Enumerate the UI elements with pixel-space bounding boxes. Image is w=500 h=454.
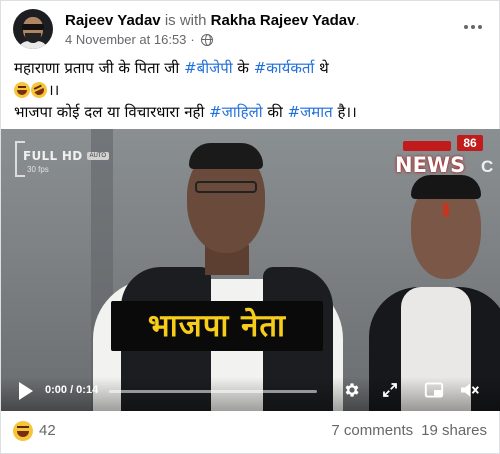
full-hd-watermark: FULL HD AUTO 30 fps <box>23 149 110 174</box>
gear-icon[interactable] <box>343 381 361 399</box>
text-segment: के <box>232 59 254 77</box>
expand-icon[interactable] <box>381 381 399 399</box>
news-logo-number: 86 <box>457 135 483 151</box>
volume-muted-icon[interactable] <box>459 381 481 399</box>
video-time: 0:00 / 0:14 <box>45 384 99 396</box>
fps-label: 30 fps <box>27 165 49 174</box>
news-channel-logo: 86 NEWS C <box>395 135 494 181</box>
post-body-text: महाराणा प्रताप जी के पिता जी #बीजेपी के … <box>14 57 487 123</box>
post-text-line-3: भाजपा कोई दल या विचारधारा नही #जाहिलो की… <box>14 101 487 123</box>
author-name-link[interactable]: Rajeev Yadav <box>65 12 161 29</box>
tagged-user-link[interactable]: Rakha Rajeev Yadav <box>211 12 356 29</box>
post-header: Rajeev Yadav is with Rakha Rajeev Yadav.… <box>13 7 487 55</box>
play-icon[interactable] <box>19 382 33 400</box>
hashtag-link[interactable]: #कार्यकर्ता <box>254 59 315 77</box>
video-player[interactable]: FULL HD AUTO 30 fps 86 NEWS C भाजपा नेता… <box>1 129 500 411</box>
text-segment: महाराणा प्रताप जी के पिता जी <box>14 59 185 77</box>
hashtag-link[interactable]: #जमात <box>288 103 333 121</box>
dot-icon <box>464 25 468 29</box>
video-progress-bar[interactable] <box>109 390 317 393</box>
reaction-count[interactable]: 42 <box>39 422 56 439</box>
laughing-emoji-icon[interactable] <box>13 421 33 441</box>
video-person-center-hair <box>189 143 263 169</box>
video-caption-banner: भाजपा नेता <box>111 301 323 351</box>
dot-icon <box>471 25 475 29</box>
facebook-post: Rajeev Yadav is with Rakha Rajeev Yadav.… <box>0 0 500 454</box>
video-person-right-tilak <box>443 203 449 217</box>
laughing-emoji-icon <box>14 82 30 98</box>
hashtag-link[interactable]: #जाहिलो <box>209 103 263 121</box>
post-text-line-2: ।। <box>14 79 487 101</box>
rolling-laughing-emoji-icon <box>28 79 50 101</box>
globe-icon[interactable] <box>200 33 213 46</box>
more-options-button[interactable] <box>459 13 487 41</box>
hashtag-link[interactable]: #बीजेपी <box>184 59 233 77</box>
text-segment: ।। <box>48 81 60 99</box>
quality-badge: AUTO <box>86 152 110 160</box>
post-footer: 42 7 comments 19 shares <box>13 421 487 447</box>
tagged-suffix: . <box>355 12 360 29</box>
post-author-line: Rajeev Yadav is with Rakha Rajeev Yadav. <box>65 12 360 30</box>
picture-in-picture-icon[interactable] <box>424 381 444 399</box>
text-segment: भाजपा कोई दल या विचारधारा नही <box>14 103 210 121</box>
post-text-line-1: महाराणा प्रताप जी के पिता जी #बीजेपी के … <box>14 57 487 79</box>
news-logo-letter: C <box>481 157 494 176</box>
news-logo-word: NEWS <box>395 153 466 177</box>
video-controls-bar: 0:00 / 0:14 <box>1 377 500 411</box>
text-segment: है।। <box>332 103 357 121</box>
author-avatar[interactable] <box>13 9 53 49</box>
dot-icon <box>478 25 482 29</box>
shares-count-link[interactable]: 19 shares <box>421 422 487 439</box>
text-segment: की <box>262 103 288 121</box>
news-logo-top-bar <box>403 141 451 151</box>
video-person-center-glasses <box>195 181 257 193</box>
with-text: is with <box>164 12 207 29</box>
comments-count-link[interactable]: 7 comments <box>331 422 413 439</box>
post-meta: 4 November at 16:53 · <box>65 32 213 47</box>
meta-separator: · <box>190 32 195 47</box>
quality-label: FULL HD <box>23 149 83 163</box>
text-segment: थे <box>314 59 329 77</box>
post-timestamp[interactable]: 4 November at 16:53 <box>65 32 186 47</box>
post-stats: 7 comments 19 shares <box>331 422 487 439</box>
video-caption-text: भाजपा नेता <box>147 308 287 344</box>
